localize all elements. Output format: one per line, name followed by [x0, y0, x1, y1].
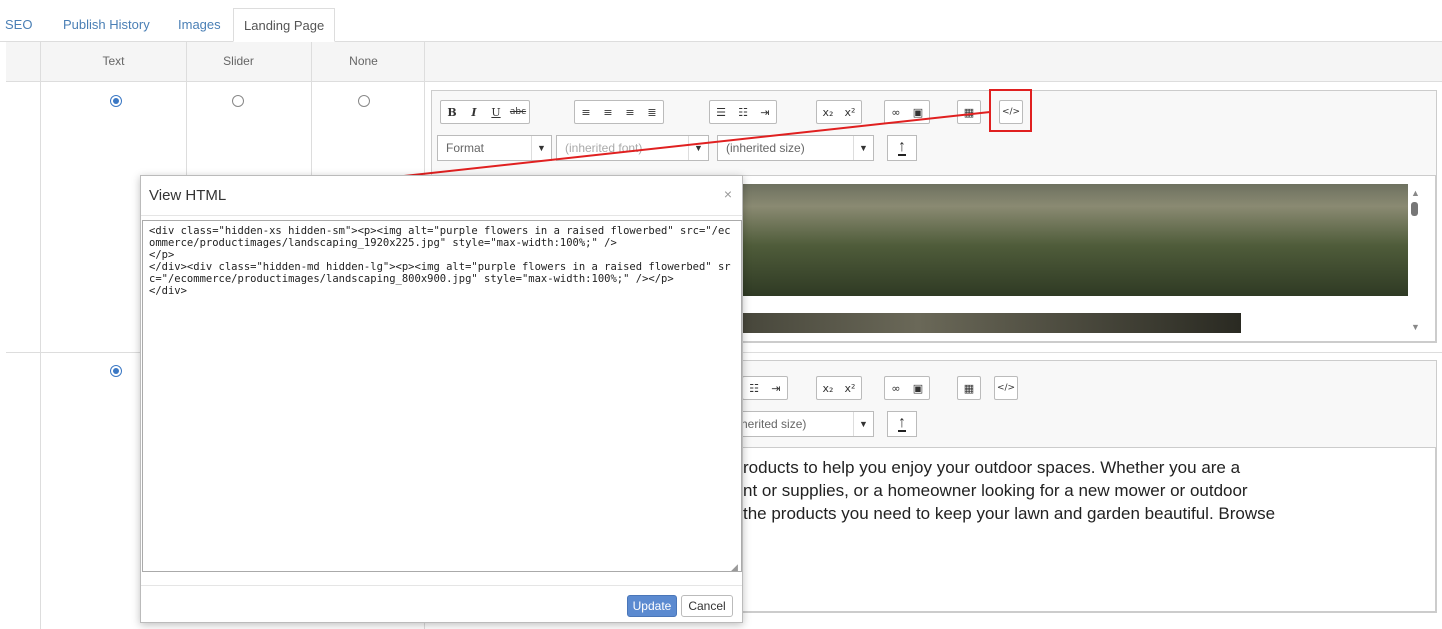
resize-handle-icon[interactable]: ◢ — [731, 562, 738, 573]
body-text-line: the products you need to keep your lawn … — [743, 504, 1276, 523]
table-buttons: ▦ — [957, 376, 981, 400]
html-buttons: </> — [994, 376, 1018, 400]
numbered-list-icon[interactable]: ☷ — [743, 377, 765, 399]
size-dropdown-label: herited size) — [741, 417, 807, 431]
chevron-down-icon: ▼ — [853, 412, 873, 436]
list-buttons: ☷ ⇥ — [742, 376, 788, 400]
modal-header: View HTML × — [141, 176, 742, 216]
view-html-modal: View HTML × <div class="hidden-xs hidden… — [140, 175, 743, 623]
script-buttons: x₂ x² — [816, 376, 862, 400]
close-icon[interactable]: × — [724, 186, 732, 202]
update-button[interactable]: Update — [627, 595, 677, 617]
indent-icon[interactable]: ⇥ — [765, 377, 787, 399]
link-icon[interactable]: ∞ — [885, 377, 907, 399]
size-dropdown[interactable]: herited size) ▼ — [732, 411, 874, 437]
subscript-icon[interactable]: x₂ — [817, 377, 839, 399]
image-icon[interactable]: ▣ — [907, 377, 929, 399]
modal-footer: Update Cancel — [141, 585, 742, 622]
modal-title: View HTML — [149, 187, 227, 204]
cancel-button[interactable]: Cancel — [681, 595, 733, 617]
upload-icon: ↑ — [898, 414, 906, 432]
body-text-line: roducts to help you enjoy your outdoor s… — [743, 458, 1241, 477]
table-icon[interactable]: ▦ — [958, 377, 980, 399]
superscript-icon[interactable]: x² — [839, 377, 861, 399]
insert-buttons: ∞ ▣ — [884, 376, 930, 400]
body-text-line: nt or supplies, or a homeowner looking f… — [743, 481, 1248, 500]
html-source-textarea[interactable]: <div class="hidden-xs hidden-sm"><p><img… — [142, 220, 742, 572]
upload-button[interactable]: ↑ — [887, 411, 917, 437]
view-html-icon[interactable]: </> — [995, 377, 1017, 399]
